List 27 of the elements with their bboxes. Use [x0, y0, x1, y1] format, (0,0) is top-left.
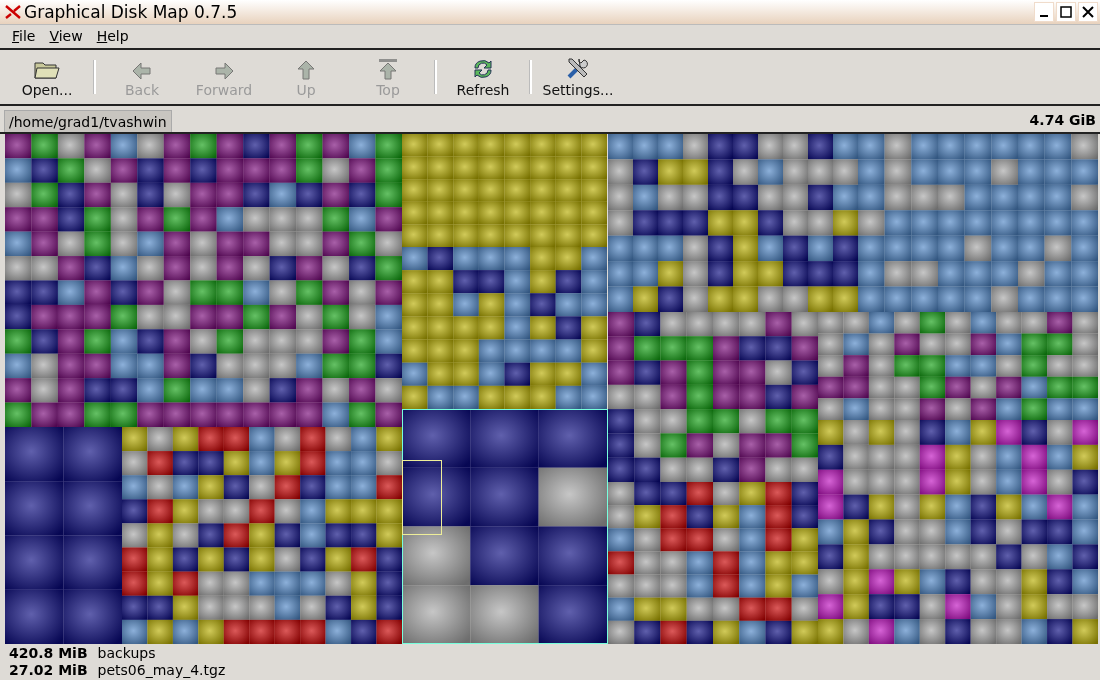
item-size: 27.02 MiB — [9, 662, 88, 679]
maximize-button[interactable] — [1056, 1, 1076, 22]
item-size: 420.8 MiB — [9, 645, 88, 662]
close-button[interactable] — [1078, 1, 1098, 22]
up-arrow-icon — [297, 59, 315, 80]
right-arrow-icon — [214, 61, 234, 80]
close-icon — [1082, 5, 1094, 18]
menu-item[interactable]: Help — [90, 28, 135, 45]
treemap-drawing[interactable] — [5, 134, 1098, 644]
folder-icon — [34, 59, 60, 80]
toolbar-button[interactable]: Refresh — [442, 51, 524, 102]
tools-icon — [566, 55, 590, 80]
toolbar-button[interactable]: Settings... — [537, 51, 619, 102]
app-icon — [5, 4, 21, 19]
menu-item[interactable]: View — [43, 28, 89, 45]
item-name: pets06_may_4.tgz — [97, 662, 226, 679]
item-name: backups — [97, 645, 156, 662]
total-size: 4.74 GiB — [1028, 112, 1097, 130]
window-title: Graphical Disk Map 0.7.5 — [24, 1, 239, 22]
menu-item[interactable]: File — [6, 28, 42, 45]
minimize-button[interactable] — [1034, 1, 1054, 22]
top-arrow-icon — [378, 57, 398, 80]
refresh-icon — [471, 57, 495, 80]
toolbar-button[interactable]: Open... — [6, 51, 88, 102]
maximize-icon — [1060, 5, 1072, 18]
minimize-icon — [1040, 14, 1048, 17]
left-arrow-icon — [132, 61, 152, 80]
